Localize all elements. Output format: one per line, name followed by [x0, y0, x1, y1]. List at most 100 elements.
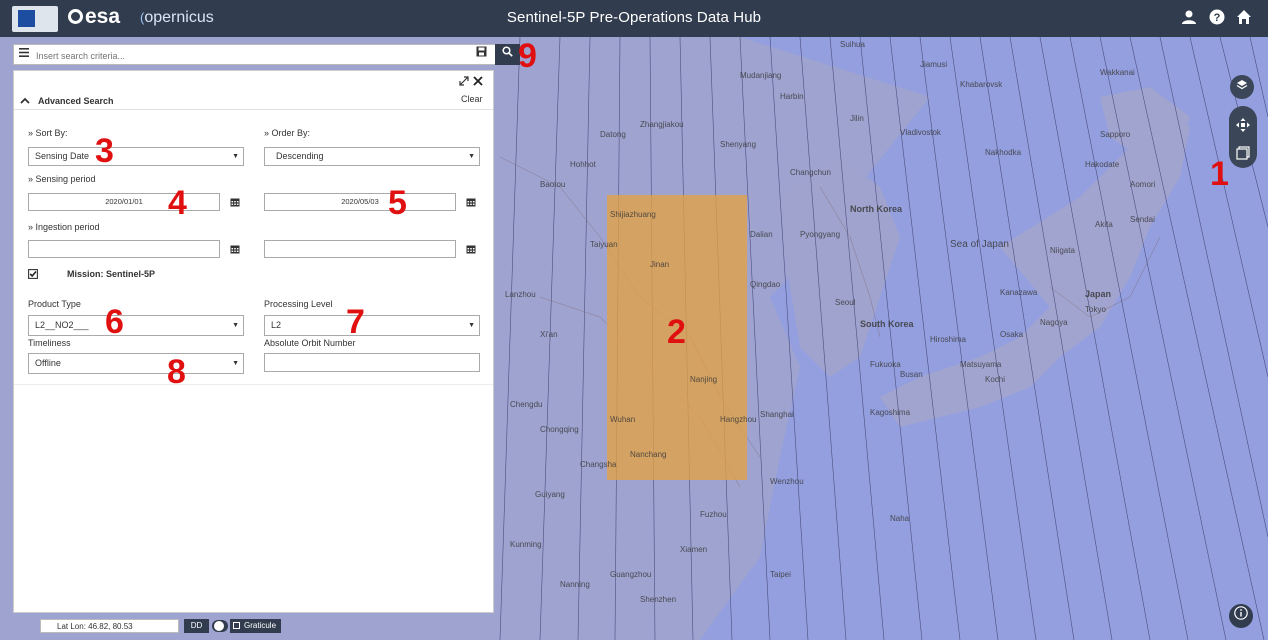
search-button[interactable] — [495, 44, 520, 65]
map-label-wakkanai: Wakkanai — [1100, 68, 1135, 77]
sort-by-select[interactable]: Sensing Date ▼ — [28, 147, 244, 166]
ingestion-period-label: » Ingestion period — [28, 222, 100, 232]
map-label-baotou: Baotou — [540, 180, 565, 189]
map-label-changsha: Changsha — [580, 460, 617, 469]
user-icon[interactable] — [1180, 9, 1198, 27]
advanced-search-panel: Clear Advanced Search » Sort By: Sensing… — [13, 70, 494, 613]
map-label-shenyang: Shenyang — [720, 140, 756, 149]
order-by-value: Descending — [276, 151, 324, 161]
map-label-fukuoka: Fukuoka — [870, 360, 901, 369]
dropdown-arrow-icon: ▼ — [468, 153, 475, 160]
map-label-hohhot: Hohhot — [570, 160, 597, 169]
ingestion-end-input[interactable] — [264, 240, 456, 258]
map-label-zhangjiakou: Zhangjiakou — [640, 120, 684, 129]
map-label-mudanjiang: Mudanjiang — [740, 71, 781, 80]
orbit-number-label: Absolute Orbit Number — [264, 338, 356, 348]
map-label-aomori: Aomori — [1130, 180, 1156, 189]
calendar-icon[interactable] — [230, 197, 240, 207]
home-icon[interactable] — [1235, 9, 1253, 27]
map-label-shenzhen: Shenzhen — [640, 595, 676, 604]
graticule-toggle[interactable]: Graticule — [230, 619, 281, 633]
map-label-busan: Busan — [900, 370, 923, 379]
timeliness-select[interactable]: Offline ▼ — [28, 353, 244, 374]
sensing-end-input[interactable]: 2020/05/03 — [264, 193, 456, 211]
toggle-knob — [214, 621, 224, 631]
coordinate-format[interactable]: DD — [184, 619, 209, 633]
map-label-shanghai: Shanghai — [760, 410, 794, 419]
map-label-kagoshima: Kagoshima — [870, 408, 911, 417]
search-input[interactable] — [34, 47, 468, 64]
svg-text:?: ? — [1214, 12, 1221, 24]
map-label-guangzhou: Guangzhou — [610, 570, 651, 579]
map-label-fuzhou: Fuzhou — [700, 510, 727, 519]
menu-icon[interactable] — [13, 44, 35, 65]
pan-icon[interactable] — [1236, 118, 1250, 134]
map-label-jinan: Jinan — [650, 260, 669, 269]
map-label-suihua: Suihua — [840, 40, 865, 49]
layers-icon — [1236, 80, 1248, 90]
sensing-start-input[interactable]: 2020/01/01 — [28, 193, 220, 211]
map-label-hangzhou: Hangzhou — [720, 415, 756, 424]
map-label-wenzhou: Wenzhou — [770, 477, 804, 486]
annotation-3: 3 — [95, 132, 114, 170]
info-button[interactable] — [1229, 604, 1253, 628]
graticule-checkbox[interactable] — [233, 622, 240, 629]
map-label-south-korea: South Korea — [860, 319, 914, 329]
orbit-number-input[interactable] — [264, 353, 480, 372]
annotation-1: 1 — [1210, 155, 1229, 193]
map-label-niigata: Niigata — [1050, 246, 1075, 255]
close-icon[interactable] — [473, 76, 483, 88]
sort-by-value: Sensing Date — [35, 151, 90, 161]
calendar-icon[interactable] — [466, 197, 476, 207]
map-label-osaka: Osaka — [1000, 330, 1024, 339]
annotation-8: 8 — [167, 353, 186, 391]
map-label-taipei: Taipei — [770, 570, 791, 579]
map-label-vladivostok: Vladivostok — [900, 128, 942, 137]
search-bar — [13, 44, 520, 65]
map-label-shijiazhuang: Shijiazhuang — [610, 210, 656, 219]
map-label-chongqing: Chongqing — [540, 425, 579, 434]
map-label-naha: Naha — [890, 514, 910, 523]
map-label-hiroshima: Hiroshima — [930, 335, 967, 344]
map-label-nakhodka: Nakhodka — [985, 148, 1022, 157]
dropdown-arrow-icon: ▼ — [232, 322, 239, 329]
expand-icon[interactable] — [459, 76, 469, 88]
map-label-seoul: Seoul — [835, 298, 856, 307]
divider — [14, 384, 493, 385]
mission-checkbox[interactable] — [28, 269, 38, 281]
processing-level-label: Processing Level — [264, 299, 333, 309]
sensing-period-label: » Sensing period — [28, 174, 96, 184]
order-by-select[interactable]: Descending ▼ — [264, 147, 480, 166]
timeliness-value: Offline — [35, 358, 61, 368]
top-header: esa (opernicus Sentinel-5P Pre-Operation… — [0, 0, 1268, 37]
map-label-nanning: Nanning — [560, 580, 590, 589]
map-label-jilin: Jilin — [850, 114, 864, 123]
map-label-nagoya: Nagoya — [1040, 318, 1068, 327]
help-icon[interactable]: ? — [1208, 9, 1226, 27]
map-label-tokyo: Tokyo — [1085, 305, 1106, 314]
map-label-khabarovsk: Khabarovsk — [960, 80, 1003, 89]
processing-level-value: L2 — [271, 320, 282, 330]
map-label-nanchang: Nanchang — [630, 450, 666, 459]
product-type-label: Product Type — [28, 299, 81, 309]
timeliness-label: Timeliness — [28, 338, 71, 348]
map-label-datong: Datong — [600, 130, 626, 139]
map-label-nanjing: Nanjing — [690, 375, 717, 384]
draw-area-icon[interactable] — [1236, 146, 1250, 162]
map-label-matsuyama: Matsuyama — [960, 360, 1002, 369]
save-search-icon[interactable] — [470, 44, 492, 65]
processing-level-select[interactable]: L2 ▼ — [264, 315, 480, 336]
calendar-icon[interactable] — [230, 244, 240, 254]
format-toggle[interactable] — [212, 620, 228, 632]
ingestion-start-input[interactable] — [28, 240, 220, 258]
dropdown-arrow-icon: ▼ — [232, 360, 239, 367]
annotation-2: 2 — [667, 313, 686, 351]
chevron-up-icon[interactable] — [20, 96, 30, 106]
map-label-north-korea: North Korea — [850, 204, 903, 214]
layers-button[interactable] — [1230, 75, 1254, 99]
clear-button[interactable]: Clear — [461, 94, 483, 104]
product-type-select[interactable]: L2__NO2___ ▼ — [28, 315, 244, 336]
map-label-xian: Xi'an — [540, 330, 558, 339]
calendar-icon[interactable] — [466, 244, 476, 254]
map-label-lanzhou: Lanzhou — [505, 290, 536, 299]
